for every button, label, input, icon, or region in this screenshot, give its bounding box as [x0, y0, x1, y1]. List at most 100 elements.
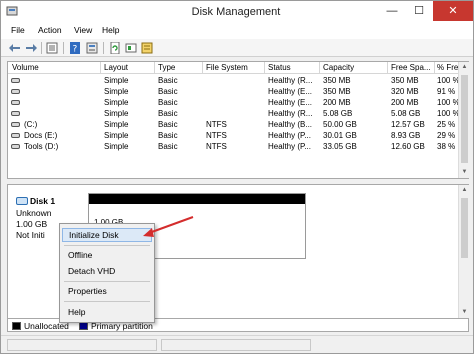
column-type[interactable]: Type — [158, 63, 202, 72]
volume-type: Basic — [158, 98, 178, 107]
column-volume[interactable]: Volume — [12, 63, 100, 72]
scroll-down-icon[interactable]: ▼ — [459, 307, 470, 318]
volume-percent-free: 25 % — [437, 120, 456, 129]
volume-row[interactable]: Tools (D:) Simple Basic NTFS Healthy (P.… — [8, 141, 458, 152]
volume-row[interactable]: Simple Basic Healthy (R... 5.08 GB 5.08 … — [8, 108, 459, 119]
column-free-space[interactable]: Free Spa... — [391, 63, 433, 72]
minimize-button[interactable]: — — [379, 1, 405, 21]
column-status[interactable]: Status — [268, 63, 318, 72]
volume-type: Basic — [158, 87, 178, 96]
menu-initialize-disk[interactable]: Initialize Disk — [62, 228, 152, 242]
volume-list-scrollbar[interactable]: ▲ ▼ — [458, 62, 469, 178]
refresh-icon[interactable] — [109, 42, 121, 54]
volume-capacity: 350 MB — [323, 87, 351, 96]
volume-layout: Simple — [104, 76, 129, 85]
menu-detach-vhd[interactable]: Detach VHD — [62, 264, 152, 278]
volume-status: Healthy (E... — [268, 98, 313, 107]
column-divider[interactable] — [202, 62, 203, 74]
column-divider[interactable] — [154, 62, 155, 74]
scroll-down-icon[interactable]: ▼ — [459, 167, 470, 178]
menu-offline[interactable]: Offline — [62, 248, 152, 262]
volume-capacity: 5.08 GB — [323, 109, 353, 118]
title-bar: Disk Management — ☐ ✕ — [1, 1, 473, 23]
menu-file[interactable]: File — [11, 25, 25, 35]
volume-name: (C:) — [24, 120, 38, 129]
status-pane — [161, 339, 311, 351]
menu-separator — [64, 245, 150, 246]
svg-text:?: ? — [73, 45, 78, 55]
volume-layout: Simple — [104, 98, 129, 107]
back-icon[interactable] — [9, 42, 21, 54]
column-divider[interactable] — [387, 62, 388, 74]
volume-percent-free: 91 % — [437, 87, 456, 96]
volume-capacity: 30.01 GB — [323, 131, 357, 140]
volume-name: Tools (D:) — [24, 142, 59, 151]
volume-status: Healthy (P... — [268, 131, 311, 140]
close-button[interactable]: ✕ — [433, 1, 473, 21]
graphical-view-scrollbar[interactable]: ▲ ▼ — [458, 185, 469, 319]
maximize-button[interactable]: ☐ — [406, 1, 432, 21]
volume-list-header: Volume Layout Type File System Status Ca… — [8, 62, 459, 74]
column-capacity[interactable]: Capacity — [323, 63, 385, 72]
column-divider[interactable] — [100, 62, 101, 74]
volume-list[interactable]: Volume Layout Type File System Status Ca… — [7, 61, 469, 179]
menu-help[interactable]: Help — [102, 25, 119, 35]
volume-status: Healthy (E... — [268, 87, 313, 96]
volume-icon — [11, 122, 20, 127]
column-layout[interactable]: Layout — [104, 63, 154, 72]
menu-properties[interactable]: Properties — [62, 284, 152, 298]
scroll-up-icon[interactable]: ▲ — [459, 185, 470, 196]
window-title: Disk Management — [191, 6, 281, 18]
volume-free-space: 12.60 GB — [391, 142, 425, 151]
column-percent-free[interactable]: % Free — [437, 63, 459, 72]
volume-name: Docs (E:) — [24, 131, 58, 140]
volume-layout: Simple — [104, 120, 129, 129]
toolbar-separator — [103, 42, 104, 54]
disk-name: Disk 1 — [30, 196, 56, 206]
help-icon[interactable]: ? — [69, 42, 81, 54]
volume-free-space: 8.93 GB — [391, 131, 421, 140]
column-divider[interactable] — [434, 62, 435, 74]
scrollbar-thumb[interactable] — [461, 198, 468, 258]
disk-kind: Unknown — [16, 208, 52, 218]
volume-capacity: 200 MB — [323, 98, 351, 107]
volume-status: Healthy (P... — [268, 142, 311, 151]
volume-row[interactable]: Simple Basic Healthy (E... 200 MB 200 MB… — [8, 97, 459, 108]
menu-bar: File Action View Help — [1, 23, 473, 39]
disk-icon — [16, 197, 28, 205]
properties-icon[interactable] — [86, 42, 98, 54]
toolbar-separator — [41, 42, 42, 54]
rescan-icon[interactable] — [125, 42, 137, 54]
settings-icon[interactable] — [141, 42, 153, 54]
volume-icon — [11, 111, 20, 116]
volume-icon — [11, 144, 20, 149]
menu-help-item[interactable]: Help — [62, 305, 152, 319]
volume-file-system: NTFS — [206, 120, 227, 129]
disk-list-icon[interactable] — [46, 42, 58, 54]
scrollbar-thumb[interactable] — [461, 75, 468, 163]
arrow-head — [143, 228, 154, 237]
forward-icon[interactable] — [25, 42, 37, 54]
volume-percent-free: 100 % — [437, 109, 459, 118]
column-divider[interactable] — [319, 62, 320, 74]
volume-row[interactable]: (C:) Simple Basic NTFS Healthy (B... 50.… — [8, 119, 458, 130]
disk-management-icon — [6, 6, 18, 16]
volume-row[interactable]: Simple Basic Healthy (R... 350 MB 350 MB… — [8, 75, 459, 86]
column-file-system[interactable]: File System — [206, 63, 264, 72]
volume-type: Basic — [158, 109, 178, 118]
menu-view[interactable]: View — [74, 25, 92, 35]
volume-percent-free: 38 % — [437, 142, 456, 151]
column-divider[interactable] — [264, 62, 265, 74]
menu-action[interactable]: Action — [38, 25, 62, 35]
volume-capacity: 50.00 GB — [323, 120, 357, 129]
volume-percent-free: 29 % — [437, 131, 456, 140]
volume-free-space: 320 MB — [391, 87, 419, 96]
volume-file-system: NTFS — [206, 142, 227, 151]
scroll-up-icon[interactable]: ▲ — [459, 62, 470, 73]
volume-row[interactable]: Docs (E:) Simple Basic NTFS Healthy (P..… — [8, 130, 458, 141]
volume-type: Basic — [158, 142, 178, 151]
volume-row[interactable]: Simple Basic Healthy (E... 350 MB 320 MB… — [8, 86, 458, 97]
toolbar: ? — [1, 39, 473, 57]
volume-icon — [11, 100, 20, 105]
menu-separator — [64, 301, 150, 302]
